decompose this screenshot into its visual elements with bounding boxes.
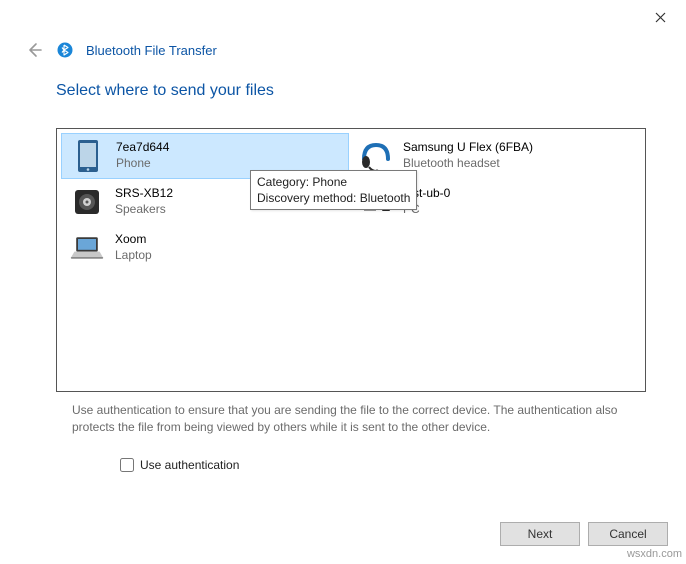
device-item-laptop[interactable]: Xoom Laptop [61,225,349,271]
device-type: Laptop [115,248,152,264]
authentication-hint: Use authentication to ensure that you ar… [72,402,632,437]
speaker-icon [69,184,105,220]
tooltip-discovery: Discovery method: Bluetooth [257,190,410,206]
window-title: Bluetooth File Transfer [86,43,217,58]
arrow-left-icon [26,42,42,58]
device-type: Speakers [115,202,173,218]
button-bar: Next Cancel [500,522,668,546]
page-heading: Select where to send your files [56,82,274,100]
next-button[interactable]: Next [500,522,580,546]
phone-icon [70,138,106,174]
laptop-icon [69,230,105,266]
use-authentication-checkbox[interactable] [120,458,134,472]
cancel-button[interactable]: Cancel [588,522,668,546]
bluetooth-icon [56,41,74,59]
device-name: SRS-XB12 [115,186,173,202]
device-name: Xoom [115,232,152,248]
use-authentication-label: Use authentication [140,458,239,472]
bluetooth-wizard-window: Bluetooth File Transfer Select where to … [0,0,686,564]
device-type: Phone [116,156,169,172]
close-icon [655,12,666,23]
tooltip-category: Category: Phone [257,174,410,190]
device-name: Samsung U Flex (6FBA) [403,140,533,156]
back-button[interactable] [24,40,44,60]
close-button[interactable] [646,6,674,28]
watermark: wsxdn.com [627,548,682,560]
device-name: 7ea7d644 [116,140,169,156]
header: Bluetooth File Transfer [24,40,217,60]
use-authentication-row[interactable]: Use authentication [120,458,239,472]
headset-icon [357,138,393,174]
device-tooltip: Category: Phone Discovery method: Blueto… [250,170,417,210]
device-type: Bluetooth headset [403,156,533,172]
device-list[interactable]: 7ea7d644 Phone Samsung U Flex (6FBA) Blu… [56,128,646,392]
